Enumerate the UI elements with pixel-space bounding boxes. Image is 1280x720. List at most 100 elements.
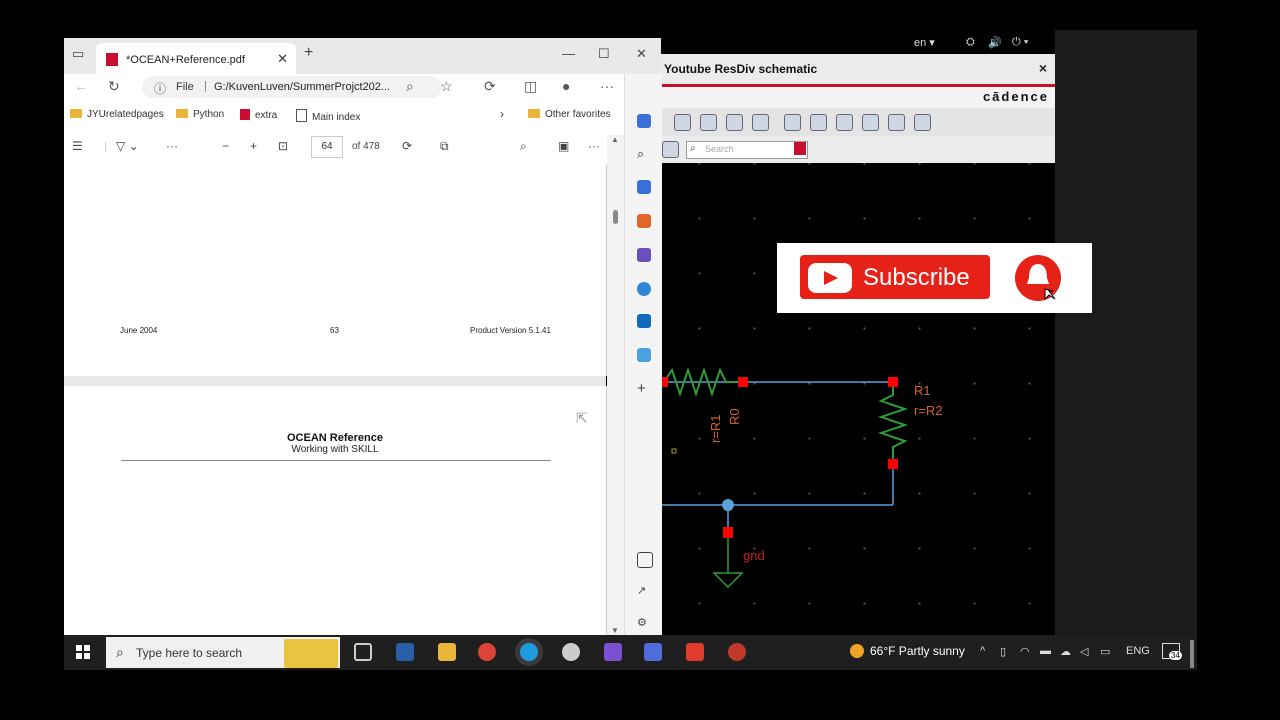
more-tools-button[interactable]: ··· bbox=[166, 139, 178, 153]
gear-icon[interactable]: ⚙ bbox=[637, 616, 651, 630]
edge-icon[interactable] bbox=[520, 643, 538, 661]
page-number-input[interactable]: 64 bbox=[311, 136, 343, 158]
address-separator: | bbox=[204, 80, 207, 92]
contents-icon[interactable]: ☰ bbox=[72, 139, 83, 153]
r1-pin-bottom bbox=[888, 459, 898, 469]
new-tab-button[interactable]: + bbox=[304, 44, 313, 62]
tab-pdf[interactable]: *OCEAN+Reference.pdf ✕ bbox=[96, 43, 296, 74]
cadence-search-input[interactable]: ⌕ Search bbox=[686, 141, 808, 159]
scroll-up-icon[interactable]: ▲ bbox=[611, 135, 619, 144]
refresh-icon[interactable]: ↻ bbox=[108, 78, 120, 95]
tray-app-icon[interactable]: ▯ bbox=[1000, 645, 1006, 658]
games-icon[interactable] bbox=[637, 248, 651, 262]
minimize-icon[interactable]: — bbox=[562, 46, 575, 61]
app-icon[interactable] bbox=[396, 643, 414, 661]
app-icon[interactable] bbox=[728, 643, 746, 661]
favorite-jyurelatedpages[interactable]: JYUrelatedpages bbox=[70, 109, 164, 120]
taskbar-search-input[interactable]: ⌕ Type here to search bbox=[106, 637, 340, 668]
open-external-icon[interactable]: ↗ bbox=[637, 584, 651, 598]
zoom-icon[interactable]: ⌕ bbox=[406, 78, 414, 95]
extensions-icon[interactable]: ⟳ bbox=[484, 78, 496, 95]
address-bar[interactable]: ⓘ File | G:/KuvenLuven/SummerProjct202..… bbox=[142, 76, 442, 98]
settings-more-icon[interactable]: ··· bbox=[600, 78, 614, 94]
chrome-icon[interactable] bbox=[478, 643, 496, 661]
outlook-icon[interactable] bbox=[637, 314, 651, 328]
info-icon[interactable]: ⓘ bbox=[154, 80, 166, 97]
language-menu[interactable]: en ▾ bbox=[914, 36, 935, 49]
save-icon[interactable]: ▣ bbox=[558, 139, 569, 153]
app-icon[interactable] bbox=[644, 643, 662, 661]
scroll-thumb[interactable] bbox=[613, 210, 618, 224]
search-dropdown-button[interactable] bbox=[794, 142, 806, 155]
language-indicator[interactable]: ENG bbox=[1126, 645, 1150, 657]
favorite-python[interactable]: Python bbox=[176, 109, 224, 120]
close-icon[interactable]: × bbox=[1039, 60, 1047, 76]
rotate-icon[interactable]: ⟳ bbox=[402, 139, 412, 153]
favorite-extra[interactable]: extra bbox=[240, 109, 277, 121]
bell-notification-icon[interactable] bbox=[637, 114, 651, 128]
browser-sidebar: ⌕ + ↗ ⚙ bbox=[624, 74, 662, 635]
add-icon[interactable]: + bbox=[637, 380, 651, 397]
favorite-main-index[interactable]: Main index bbox=[296, 109, 360, 123]
zoom-fit-icon[interactable] bbox=[674, 114, 691, 131]
more-options-button[interactable]: ··· bbox=[588, 139, 600, 153]
search-icon[interactable]: ⌕ bbox=[520, 139, 527, 154]
network-icon[interactable]: ⛭ bbox=[966, 36, 975, 49]
zoom-area-icon[interactable] bbox=[752, 114, 769, 131]
close-window-icon[interactable]: ✕ bbox=[636, 46, 647, 62]
windows-start-icon[interactable] bbox=[76, 645, 90, 659]
property-icon[interactable] bbox=[914, 114, 931, 131]
zoom-in-button[interactable]: + bbox=[250, 139, 257, 153]
weather-widget[interactable]: 66°F Partly sunny bbox=[850, 644, 965, 658]
bell-icon[interactable] bbox=[1015, 255, 1061, 301]
shopping-tag-icon[interactable] bbox=[637, 180, 651, 194]
select-icon[interactable] bbox=[662, 141, 679, 158]
wide-wire-icon[interactable] bbox=[836, 114, 853, 131]
maximize-icon[interactable]: ☐ bbox=[598, 46, 610, 62]
tab-actions-icon[interactable]: ▭ bbox=[72, 46, 84, 62]
app-icon[interactable] bbox=[686, 643, 704, 661]
volume-icon[interactable]: 🔊 bbox=[988, 36, 1002, 49]
sidebar-toggle-icon[interactable] bbox=[637, 552, 653, 568]
separator: | bbox=[104, 139, 108, 153]
search-icon[interactable]: ⌕ bbox=[637, 146, 651, 161]
favorite-other[interactable]: Other favorites bbox=[528, 109, 611, 120]
send-icon[interactable] bbox=[637, 348, 651, 362]
cloud-icon[interactable]: ☁ bbox=[1060, 645, 1071, 658]
zoom-in-icon[interactable] bbox=[700, 114, 717, 131]
visual-studio-icon[interactable] bbox=[604, 643, 622, 661]
back-icon[interactable]: ← bbox=[74, 78, 88, 94]
app-icon[interactable] bbox=[562, 643, 580, 661]
volume-icon[interactable]: ◁ bbox=[1080, 645, 1088, 658]
close-tab-icon[interactable]: ✕ bbox=[277, 51, 288, 67]
highlight-icon[interactable]: ▽ ⌄ bbox=[116, 139, 139, 153]
pin-icon[interactable] bbox=[888, 114, 905, 131]
file-explorer-icon[interactable] bbox=[438, 643, 456, 661]
pdf-scrollbar[interactable]: ▲ ▼ bbox=[607, 135, 624, 635]
cadence-titlebar: Youtube ResDiv schematic × bbox=[660, 54, 1055, 85]
fit-page-icon[interactable]: ⊡ bbox=[278, 139, 288, 153]
tray-app-icon[interactable]: ▬ bbox=[1040, 645, 1051, 657]
chevron-up-icon[interactable]: ^ bbox=[980, 645, 985, 657]
profile-avatar-icon[interactable]: ● bbox=[562, 78, 570, 94]
label-icon[interactable] bbox=[862, 114, 879, 131]
page-view-icon[interactable]: ⧉ bbox=[440, 139, 449, 154]
zoom-out-icon[interactable] bbox=[726, 114, 743, 131]
microsoft365-icon[interactable] bbox=[637, 282, 651, 296]
zoom-out-button[interactable]: − bbox=[222, 139, 229, 153]
scroll-down-icon[interactable]: ▼ bbox=[611, 626, 619, 635]
power-icon[interactable]: ⏻ ▾ bbox=[1012, 36, 1028, 49]
favorite-star-icon[interactable]: ☆ bbox=[440, 78, 453, 95]
split-screen-icon[interactable]: ◫ bbox=[524, 78, 537, 95]
task-view-icon[interactable] bbox=[354, 643, 372, 661]
chevron-right-icon[interactable]: › bbox=[500, 107, 504, 121]
tools-icon[interactable] bbox=[637, 214, 651, 228]
tab-title: *OCEAN+Reference.pdf bbox=[126, 54, 245, 66]
wifi-icon[interactable]: ◠ bbox=[1020, 645, 1030, 658]
wire-icon[interactable] bbox=[810, 114, 827, 131]
keyboard-icon[interactable]: ▭ bbox=[1100, 645, 1110, 658]
folder-icon bbox=[176, 109, 188, 118]
subscribe-button[interactable]: Subscribe bbox=[800, 255, 990, 299]
schematic-canvas[interactable]: r=R1 R0 R1 r=R2 gnd bbox=[660, 163, 1055, 635]
add-instance-icon[interactable] bbox=[784, 114, 801, 131]
